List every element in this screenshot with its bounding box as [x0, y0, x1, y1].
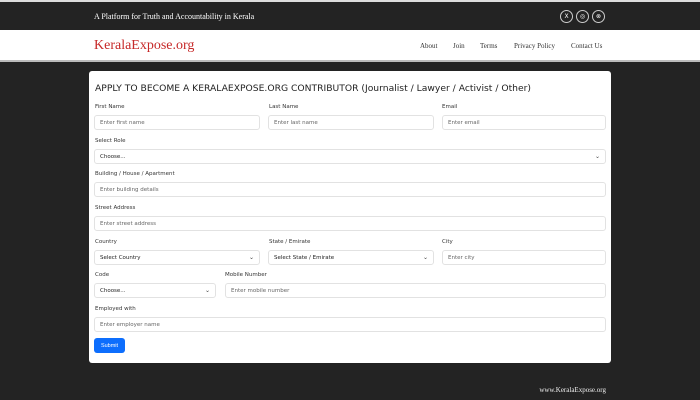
employer-input[interactable]: Enter employer name: [94, 317, 606, 332]
employer-label: Employed with: [95, 306, 136, 312]
form-title: APPLY TO BECOME A KERALAEXPOSE.ORG CONTR…: [95, 83, 532, 94]
footer-text: www.KeralaExpose.org: [539, 386, 606, 394]
email-input[interactable]: Enter email: [442, 115, 606, 130]
nav-about[interactable]: About: [420, 42, 438, 50]
top-bar: A Platform for Truth and Accountability …: [0, 0, 700, 30]
threads-icon[interactable]: ⊗: [592, 10, 605, 23]
first-name-input[interactable]: Enter first name: [94, 115, 260, 130]
street-input[interactable]: Enter street address: [94, 216, 606, 231]
chevron-down-icon: ⌄: [248, 254, 254, 261]
country-value: Select Country: [100, 255, 141, 261]
submit-button[interactable]: Submit: [94, 338, 125, 353]
country-select[interactable]: Select Country ⌄: [94, 250, 260, 265]
code-label: Code: [95, 272, 110, 278]
city-label: City: [442, 239, 453, 245]
email-label: Email: [442, 104, 458, 110]
role-value: Choose...: [100, 154, 126, 160]
x-icon[interactable]: X: [560, 10, 573, 23]
last-name-label: Last Name: [269, 104, 299, 110]
navbar: KeralaExpose.org About Join Terms Privac…: [0, 30, 700, 62]
last-name-input[interactable]: Enter last name: [268, 115, 434, 130]
chevron-down-icon: ⌄: [594, 153, 600, 160]
country-label: Country: [95, 239, 117, 245]
role-label: Select Role: [95, 138, 126, 144]
instagram-icon[interactable]: ◎: [576, 10, 589, 23]
code-select[interactable]: Choose... ⌄: [94, 283, 216, 298]
nav-contact[interactable]: Contact Us: [571, 42, 602, 50]
city-input[interactable]: Enter city: [442, 250, 606, 265]
application-form: APPLY TO BECOME A KERALAEXPOSE.ORG CONTR…: [89, 71, 611, 363]
state-value: Select State / Emirate: [274, 255, 335, 261]
building-input[interactable]: Enter building details: [94, 182, 606, 197]
mobile-input[interactable]: Enter mobile number: [225, 283, 606, 298]
street-label: Street Address: [95, 205, 136, 211]
state-select[interactable]: Select State / Emirate ⌄: [268, 250, 434, 265]
chevron-down-icon: ⌄: [422, 254, 428, 261]
mobile-label: Mobile Number: [225, 272, 267, 278]
state-label: State / Emirate: [269, 239, 311, 245]
role-select[interactable]: Choose... ⌄: [94, 149, 606, 164]
building-label: Building / House / Apartment: [95, 171, 175, 177]
chevron-down-icon: ⌄: [204, 287, 210, 294]
nav-terms[interactable]: Terms: [480, 42, 497, 50]
nav-join[interactable]: Join: [453, 42, 465, 50]
code-value: Choose...: [100, 288, 126, 294]
first-name-label: First Name: [95, 104, 125, 110]
site-logo[interactable]: KeralaExpose.org: [94, 38, 194, 54]
tagline: A Platform for Truth and Accountability …: [94, 12, 255, 21]
nav-privacy[interactable]: Privacy Policy: [514, 42, 555, 50]
